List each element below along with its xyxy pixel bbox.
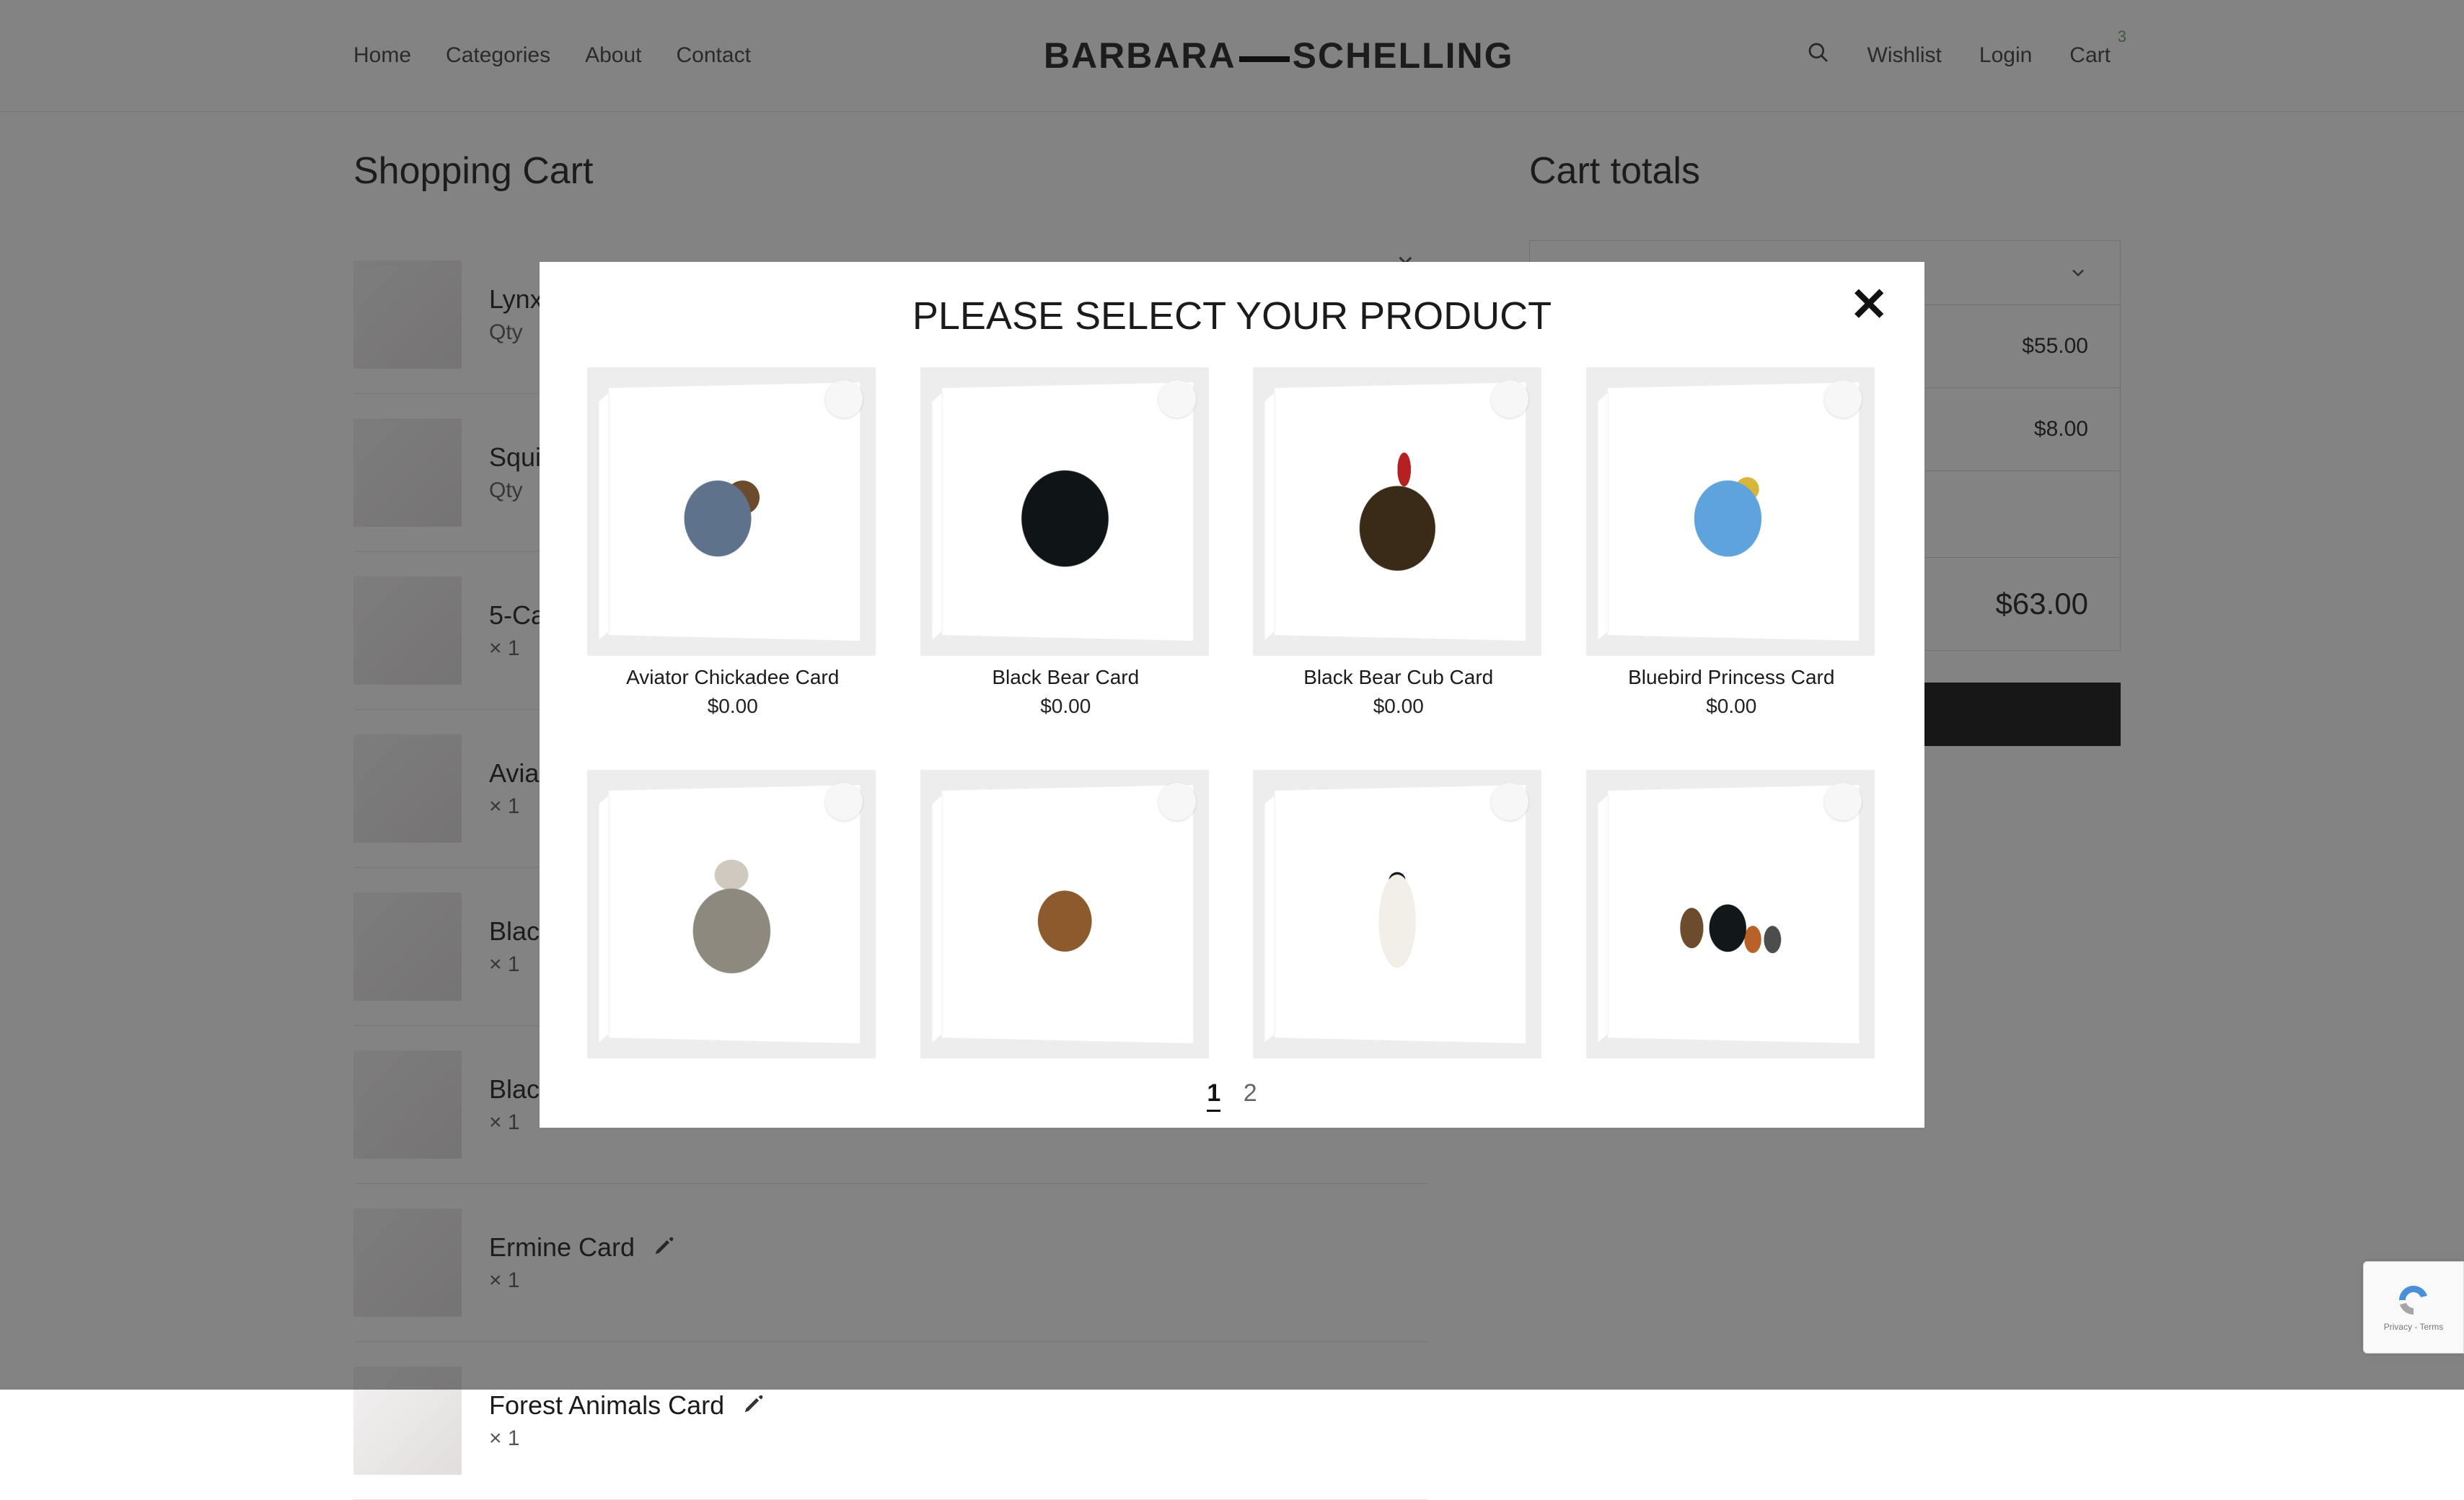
- product-image[interactable]: [587, 770, 876, 1058]
- modal-title: PLEASE SELECT YOUR PRODUCT: [540, 294, 1924, 338]
- product-image[interactable]: [1253, 367, 1541, 656]
- product-price: $0.00: [1253, 695, 1544, 718]
- product-image[interactable]: [587, 367, 876, 656]
- product-name: Black Bear Cub Card: [1253, 666, 1544, 689]
- select-radio[interactable]: [1491, 380, 1528, 418]
- product-card[interactable]: [1253, 770, 1544, 1067]
- product-name: Black Bear Card: [920, 666, 1212, 689]
- select-radio[interactable]: [1158, 783, 1196, 820]
- product-select-modal: ✕ PLEASE SELECT YOUR PRODUCT Aviator Chi…: [540, 262, 1924, 1128]
- product-card[interactable]: Black Bear Card $0.00: [920, 367, 1212, 727]
- modal-pagination: 1 2: [540, 1066, 1924, 1128]
- product-name: Aviator Chickadee Card: [587, 666, 879, 689]
- select-radio[interactable]: [1491, 783, 1528, 820]
- select-radio[interactable]: [1824, 380, 1862, 418]
- close-icon[interactable]: ✕: [1849, 291, 1888, 318]
- modal-overlay[interactable]: ✕ PLEASE SELECT YOUR PRODUCT Aviator Chi…: [0, 0, 2464, 1390]
- product-price: $0.00: [920, 695, 1212, 718]
- product-price: $0.00: [1586, 695, 1878, 718]
- page-2[interactable]: 2: [1244, 1079, 1257, 1107]
- product-price: $0.00: [587, 695, 879, 718]
- product-image[interactable]: [920, 770, 1209, 1058]
- page-1[interactable]: 1: [1207, 1079, 1220, 1112]
- product-card[interactable]: [1586, 770, 1878, 1067]
- product-image[interactable]: [1586, 367, 1875, 656]
- product-card[interactable]: [920, 770, 1212, 1067]
- product-card[interactable]: Black Bear Cub Card $0.00: [1253, 367, 1544, 727]
- product-card[interactable]: Aviator Chickadee Card $0.00: [587, 367, 879, 727]
- product-card[interactable]: Bluebird Princess Card $0.00: [1586, 367, 1878, 727]
- product-name: Bluebird Princess Card: [1586, 666, 1878, 689]
- recaptcha-badge: Privacy - Terms: [2363, 1261, 2464, 1354]
- product-grid: Aviator Chickadee Card $0.00 Black Bear …: [540, 367, 1924, 1066]
- select-radio[interactable]: [825, 783, 863, 820]
- edit-icon[interactable]: [743, 1390, 765, 1421]
- product-card[interactable]: [587, 770, 879, 1067]
- cart-item-qty: × 1: [489, 1426, 765, 1451]
- select-radio[interactable]: [1824, 783, 1862, 820]
- product-image[interactable]: [1253, 770, 1541, 1058]
- cart-item-name[interactable]: Forest Animals Card: [489, 1390, 724, 1421]
- select-radio[interactable]: [1158, 380, 1196, 418]
- product-image[interactable]: [1586, 770, 1875, 1058]
- product-image[interactable]: [920, 367, 1209, 656]
- select-radio[interactable]: [825, 380, 863, 418]
